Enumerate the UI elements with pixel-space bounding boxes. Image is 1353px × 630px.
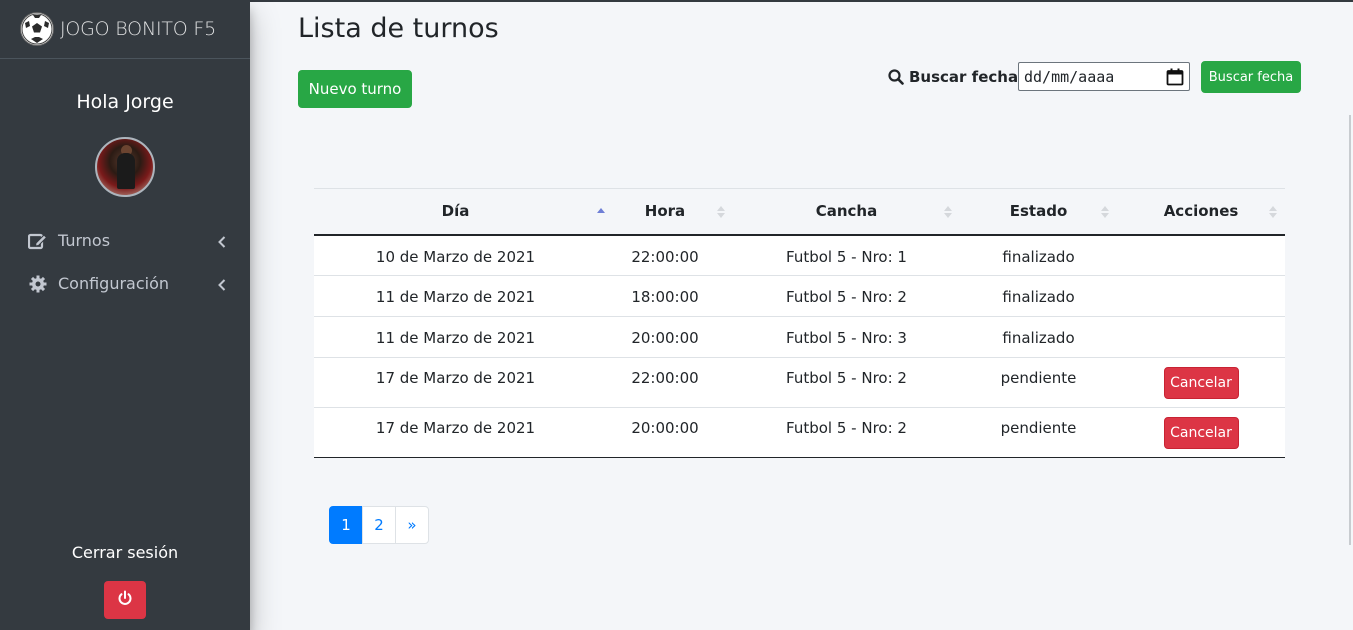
table-row: 17 de Marzo de 2021 20:00:00 Futbol 5 - … [314,407,1285,458]
page-link-2[interactable]: 2 [362,506,396,544]
column-header-estado[interactable]: Estado [960,188,1117,236]
cell-estado: pendiente [960,407,1117,458]
cell-hora: 20:00:00 [597,316,733,358]
scrollbar[interactable] [1349,115,1351,545]
sort-icon [1101,206,1109,218]
table-row: 17 de Marzo de 2021 22:00:00 Futbol 5 - … [314,357,1285,408]
cell-dia: 10 de Marzo de 2021 [314,234,597,276]
sort-icon [944,206,952,218]
column-label: Día [441,202,470,221]
cell-acciones [1117,275,1285,317]
cell-dia: 17 de Marzo de 2021 [314,357,597,408]
cell-estado: finalizado [960,316,1117,358]
sidebar-item-label: Turnos [58,231,111,250]
table-header-row: Día Hora Cancha Estado Acciones [314,188,1285,236]
table-row: 11 de Marzo de 2021 20:00:00 Futbol 5 - … [314,316,1285,358]
column-header-hora[interactable]: Hora [597,188,733,236]
cell-dia: 11 de Marzo de 2021 [314,316,597,358]
cell-acciones [1117,316,1285,358]
search-label-text: Buscar fecha [909,68,1019,86]
cell-estado: pendiente [960,357,1117,408]
brand-name: JOGO BONITO F5 [60,18,216,40]
cell-acciones: Cancelar [1117,357,1285,408]
sidebar-item-label: Configuración [58,274,170,293]
cell-cancha: Futbol 5 - Nro: 2 [733,357,960,408]
column-label: Hora [644,202,686,221]
cell-estado: finalizado [960,275,1117,317]
cell-dia: 11 de Marzo de 2021 [314,275,597,317]
column-label: Cancha [815,202,878,221]
cell-hora: 22:00:00 [597,357,733,408]
column-header-dia[interactable]: Día [314,188,605,236]
logout-label: Cerrar sesión [71,543,179,562]
column-header-cancha[interactable]: Cancha [733,188,960,236]
user-greeting: Hola Jorge [76,91,174,113]
date-input[interactable]: dd/mm/aaaa [1018,62,1190,91]
table-row: 10 de Marzo de 2021 22:00:00 Futbol 5 - … [314,234,1285,276]
search-date-button[interactable]: Buscar fecha [1201,61,1301,93]
soccer-ball-icon [21,13,53,45]
column-header-acciones[interactable]: Acciones [1117,188,1285,236]
sort-icon [717,206,725,218]
column-label: Acciones [1163,202,1239,221]
turnos-table: Día Hora Cancha Estado Acciones 10 de Ma… [314,188,1285,458]
sidebar: JOGO BONITO F5 Hola Jorge Turnos Configu… [0,0,250,630]
cancel-turno-button[interactable]: Cancelar [1163,417,1239,449]
cell-cancha: Futbol 5 - Nro: 2 [733,407,960,458]
edit-icon [28,231,48,251]
cell-acciones: Cancelar [1117,407,1285,458]
cell-hora: 20:00:00 [597,407,733,458]
sidebar-item-configuracion[interactable]: Configuración [0,262,250,305]
search-icon [888,69,904,85]
sort-icon [1269,206,1277,218]
chevron-left-icon [218,276,226,295]
avatar [95,137,155,197]
page-title: Lista de turnos [298,13,499,44]
page-link-1[interactable]: 1 [329,506,363,544]
cell-cancha: Futbol 5 - Nro: 2 [733,275,960,317]
sidebar-item-turnos[interactable]: Turnos [0,219,250,262]
cell-dia: 17 de Marzo de 2021 [314,407,597,458]
chevron-left-icon [218,233,226,252]
sidebar-nav: Turnos Configuración [0,219,250,305]
main-content: Lista de turnos Nuevo turno Buscar fecha… [250,0,1353,630]
page-next[interactable]: » [395,506,429,544]
avatar-figure [117,153,135,189]
cell-estado: finalizado [960,234,1117,276]
cell-acciones [1117,234,1285,276]
calendar-icon[interactable] [1166,68,1184,90]
table-row: 11 de Marzo de 2021 18:00:00 Futbol 5 - … [314,275,1285,317]
date-placeholder: dd/mm/aaaa [1024,67,1115,86]
gear-icon [28,274,48,294]
logout-button[interactable] [104,581,146,619]
cell-cancha: Futbol 5 - Nro: 1 [733,234,960,276]
new-turno-button[interactable]: Nuevo turno [298,70,412,108]
cancel-turno-button[interactable]: Cancelar [1163,367,1239,399]
cell-hora: 18:00:00 [597,275,733,317]
column-label: Estado [1009,202,1068,221]
cell-cancha: Futbol 5 - Nro: 3 [733,316,960,358]
brand-link[interactable]: JOGO BONITO F5 [0,0,250,59]
pagination: 1 2 » [329,506,429,544]
cell-hora: 22:00:00 [597,234,733,276]
power-icon [117,590,133,610]
search-date-label: Buscar fecha [888,66,1018,88]
